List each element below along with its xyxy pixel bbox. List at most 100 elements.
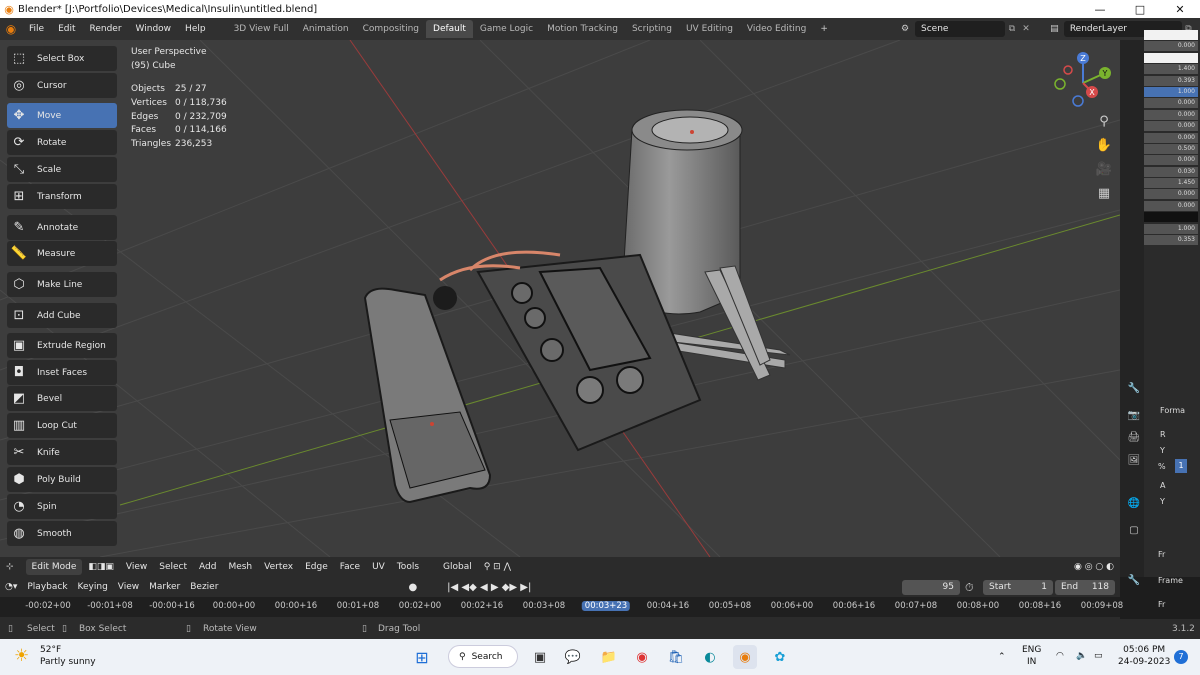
menu-edit[interactable]: Edit (51, 24, 82, 34)
property-field[interactable]: 1.400 (1144, 64, 1198, 75)
chrome-icon[interactable]: ◉ (630, 645, 654, 669)
perspective-grid-icon[interactable]: ▦ (1094, 184, 1114, 204)
tool-add-cube[interactable]: ⊡ Add Cube (7, 303, 117, 328)
tool-extrude-region[interactable]: ▣ Extrude Region (7, 333, 117, 358)
menu-uv[interactable]: UV (366, 562, 391, 572)
property-field[interactable]: 1.000 (1144, 86, 1198, 97)
world-properties-icon[interactable]: 🌐 (1127, 498, 1141, 512)
tab-uv-editing[interactable]: UV Editing (679, 20, 740, 38)
tab-game-logic[interactable]: Game Logic (473, 20, 540, 38)
property-field[interactable]: 0.000 (1144, 155, 1198, 166)
menu-face[interactable]: Face (334, 562, 366, 572)
render-properties-icon[interactable]: 📷 (1127, 410, 1141, 424)
app-icon[interactable]: ✿ (768, 645, 792, 669)
menu-file[interactable]: File (22, 24, 51, 34)
select-mode-icons[interactable]: ◧◨▣ (82, 562, 120, 572)
clock[interactable]: 05:06 PM 24-09-2023 (1118, 644, 1170, 668)
start-frame-field[interactable]: Start 1 (983, 580, 1053, 595)
windows-start-icon[interactable]: ⊞ (410, 645, 434, 669)
tab-3d-view-full[interactable]: 3D View Full (227, 20, 296, 38)
tool-rotate[interactable]: ⟳ Rotate (7, 130, 117, 155)
property-field[interactable]: 0.500 (1144, 143, 1198, 154)
tool-knife[interactable]: ✂ Knife (7, 440, 117, 465)
menu-tools[interactable]: Tools (391, 562, 425, 572)
property-field[interactable]: 1.000 (1144, 223, 1198, 234)
menu-view[interactable]: View (120, 562, 153, 572)
3d-viewport[interactable]: ⬚ Select Box ◎ Cursor ✥ Move ⟳ Rotate ⤡ Scale… (0, 40, 1120, 557)
close-button[interactable]: ✕ (1160, 3, 1200, 16)
output-properties-icon[interactable]: 🖨 (1127, 432, 1141, 446)
tool-measure[interactable]: 📏 Measure (7, 241, 117, 266)
view-layer-icon[interactable]: 🖼 (1127, 455, 1141, 469)
tool-inset-faces[interactable]: ◘ Inset Faces (7, 360, 117, 385)
property-field[interactable]: 0.393 (1144, 75, 1198, 86)
notification-badge[interactable]: 7 (1174, 650, 1188, 664)
tab-video-editing[interactable]: Video Editing (740, 20, 813, 38)
property-field[interactable]: 0.000 (1144, 121, 1198, 132)
pdm-controller-mesh[interactable] (363, 287, 492, 504)
tool-poly-build[interactable]: ⬢ Poly Build (7, 467, 117, 492)
mode-selector[interactable]: Edit Mode (25, 559, 83, 575)
add-workspace-icon[interactable]: + (813, 20, 835, 38)
property-field[interactable]: 0.353 (1144, 235, 1198, 246)
tool-cursor[interactable]: ◎ Cursor (7, 73, 117, 98)
property-field[interactable]: 0.030 (1144, 166, 1198, 177)
chat-icon[interactable]: 💬 (561, 645, 585, 669)
tool-smooth[interactable]: ◍ Smooth (7, 521, 117, 546)
volume-icon[interactable]: 🔈 (1076, 650, 1087, 662)
new-scene-icon[interactable]: ⧉ (1005, 24, 1019, 34)
tool-annotate[interactable]: ✎ Annotate (7, 215, 117, 240)
tool-scale[interactable]: ⤡ Scale (7, 157, 117, 182)
scene-field[interactable]: Scene (915, 21, 1005, 37)
task-view-icon[interactable]: ▣ (528, 645, 552, 669)
end-frame-field[interactable]: End 118 (1055, 580, 1115, 595)
object-properties-icon[interactable]: ▢ (1127, 525, 1141, 539)
scene-icon[interactable]: ⚙ (895, 24, 915, 34)
property-field[interactable]: 0.000 (1144, 41, 1198, 52)
menu-playback[interactable]: Playback (22, 582, 72, 592)
blender-taskbar-icon[interactable]: ◉ (733, 645, 757, 669)
minimize-button[interactable]: — (1080, 3, 1120, 16)
tool-spin[interactable]: ◔ Spin (7, 494, 117, 519)
pivot-snap-icons[interactable]: ⚲ ⊡ ⋀ (478, 562, 517, 572)
property-field[interactable]: 0.000 (1144, 98, 1198, 109)
property-field[interactable] (1144, 212, 1198, 223)
property-field[interactable]: 0.000 (1144, 189, 1198, 200)
renderlayer-icon[interactable]: ▤ (1045, 24, 1064, 34)
language-indicator[interactable]: ENG IN (1022, 644, 1041, 668)
weather-widget[interactable]: ☀ 52°F Partly sunny (14, 644, 96, 668)
menu-add[interactable]: Add (193, 562, 222, 572)
property-field[interactable]: 0.000 (1144, 109, 1198, 120)
transform-orientation[interactable]: Global (437, 562, 478, 572)
tool-loop-cut[interactable]: ▥ Loop Cut (7, 413, 117, 438)
tab-motion-tracking[interactable]: Motion Tracking (540, 20, 625, 38)
wifi-icon[interactable]: ◠ (1056, 650, 1064, 662)
interpolation-selector[interactable]: Bezier (185, 582, 223, 592)
maximize-button[interactable]: □ (1120, 3, 1160, 16)
tool-select-box[interactable]: ⬚ Select Box (7, 46, 117, 71)
zoom-icon[interactable]: ⚲ (1094, 112, 1114, 132)
menu-help[interactable]: Help (178, 24, 213, 34)
property-field[interactable]: 1.450 (1144, 178, 1198, 189)
property-field[interactable]: 0.000 (1144, 132, 1198, 143)
edge-icon[interactable]: ◐ (698, 645, 722, 669)
blender-menu-icon[interactable]: ◉ (0, 22, 22, 36)
tool-bevel[interactable]: ◩ Bevel (7, 386, 117, 411)
menu-select[interactable]: Select (153, 562, 193, 572)
playback-controls[interactable]: |◀ ◀◆ ◀ ▶ ◆▶ ▶| (442, 582, 536, 593)
battery-icon[interactable]: ▭ (1094, 650, 1103, 662)
menu-window[interactable]: Window (129, 24, 179, 34)
percent-field[interactable]: 1 (1175, 459, 1187, 473)
camera-icon[interactable]: 🎥 (1094, 160, 1114, 180)
taskbar-search[interactable]: ⚲ Search (448, 645, 518, 668)
tab-compositing[interactable]: Compositing (356, 20, 426, 38)
current-frame-field[interactable]: 95 (902, 580, 960, 595)
tool-move[interactable]: ✥ Move (7, 103, 117, 128)
timeline-ruler[interactable]: -00:02+00 -00:01+08 -00:00+16 00:00+00 00:00… (0, 597, 1123, 617)
tray-chevron-icon[interactable]: ⌃ (998, 651, 1006, 663)
stopwatch-icon[interactable]: ⏱ (965, 581, 974, 595)
menu-mesh[interactable]: Mesh (222, 562, 258, 572)
menu-keying[interactable]: Keying (73, 582, 113, 592)
tool-make-line[interactable]: ⬡ Make Line (7, 272, 117, 297)
record-icon[interactable]: ● (403, 582, 422, 593)
